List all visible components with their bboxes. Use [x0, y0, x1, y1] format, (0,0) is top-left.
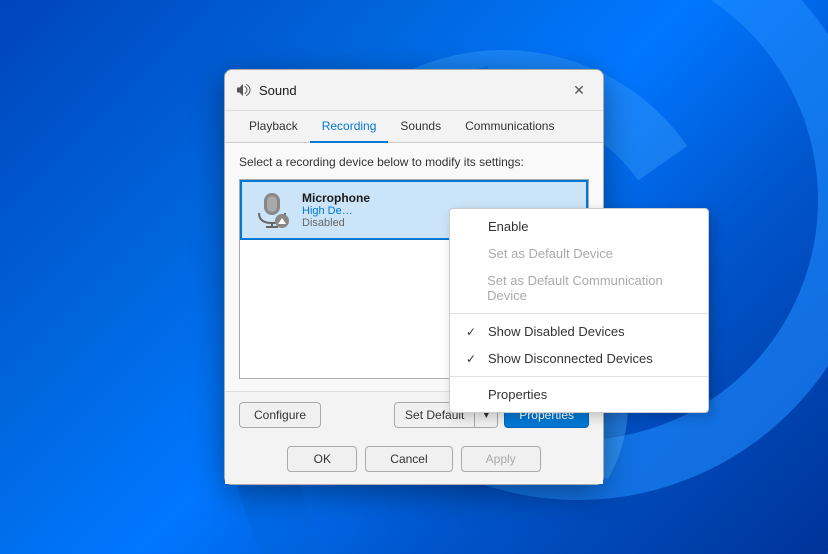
configure-button[interactable]: Configure: [239, 402, 321, 428]
ctx-show-disconnected-check: ✓: [466, 352, 480, 366]
footer-left: Configure: [239, 402, 321, 428]
dialog-overlay: Sound ✕ Playback Recording Sounds Commun…: [0, 0, 828, 554]
ctx-show-disabled-label: Show Disabled Devices: [488, 324, 625, 339]
context-menu: Enable Set as Default Device Set as Defa…: [449, 208, 709, 413]
ctx-show-disconnected-label: Show Disconnected Devices: [488, 351, 653, 366]
ctx-separator-1: [450, 313, 708, 314]
ctx-set-default-comm: Set as Default Communication Device: [450, 267, 708, 309]
tab-sounds[interactable]: Sounds: [388, 111, 453, 143]
ok-button[interactable]: OK: [287, 446, 357, 472]
ctx-show-disabled[interactable]: ✓ Show Disabled Devices: [450, 318, 708, 345]
ctx-enable-label: Enable: [488, 219, 528, 234]
ctx-set-default-comm-label: Set as Default Communication Device: [487, 273, 692, 303]
close-button[interactable]: ✕: [567, 78, 591, 102]
instruction-text: Select a recording device below to modif…: [239, 155, 589, 169]
device-name: Microphone: [302, 191, 576, 205]
ctx-properties-label: Properties: [488, 387, 547, 402]
tabs-container: Playback Recording Sounds Communications: [225, 111, 603, 143]
ctx-show-disconnected[interactable]: ✓ Show Disconnected Devices: [450, 345, 708, 372]
tab-communications[interactable]: Communications: [453, 111, 566, 143]
title-bar: Sound ✕: [225, 70, 603, 111]
action-footer: OK Cancel Apply: [225, 438, 603, 484]
apply-button[interactable]: Apply: [461, 446, 541, 472]
ctx-separator-2: [450, 376, 708, 377]
cancel-button[interactable]: Cancel: [365, 446, 452, 472]
ctx-show-disabled-check: ✓: [466, 325, 480, 339]
ctx-set-default-device: Set as Default Device: [450, 240, 708, 267]
ctx-properties[interactable]: Properties: [450, 381, 708, 408]
sound-dialog: Sound ✕ Playback Recording Sounds Commun…: [224, 69, 604, 485]
tab-recording[interactable]: Recording: [310, 111, 389, 143]
dialog-title: Sound: [259, 83, 567, 98]
tab-playback[interactable]: Playback: [237, 111, 310, 143]
sound-icon: [235, 82, 251, 98]
ctx-set-default-label: Set as Default Device: [488, 246, 613, 261]
microphone-device-icon: [252, 190, 292, 230]
ctx-enable[interactable]: Enable: [450, 213, 708, 240]
